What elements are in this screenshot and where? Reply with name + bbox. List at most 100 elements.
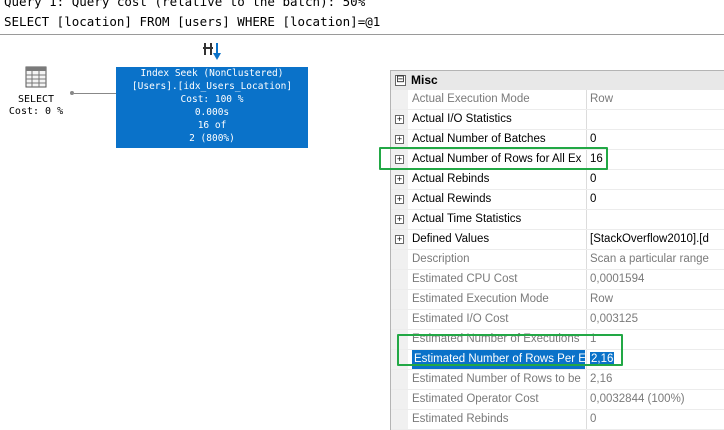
highlight-estimated-rows bbox=[397, 334, 623, 366]
property-name: Actual Time Statistics bbox=[412, 213, 522, 225]
property-value: Scan a particular range bbox=[590, 250, 724, 269]
column-divider bbox=[586, 290, 587, 309]
property-value-text: 0 bbox=[590, 173, 597, 185]
select-cost: Cost: 0 % bbox=[8, 106, 64, 117]
property-row[interactable]: + Actual Rewinds 0 bbox=[391, 190, 724, 210]
highlight-actual-rows bbox=[379, 147, 608, 170]
property-row[interactable]: + Defined Values [StackOverflow2010].[d bbox=[391, 230, 724, 250]
collapse-icon[interactable]: ⊟ bbox=[395, 75, 406, 86]
property-row[interactable]: Description Scan a particular range bbox=[391, 250, 724, 270]
property-value-text: Row bbox=[590, 93, 614, 105]
plus-box-icon[interactable]: + bbox=[395, 235, 404, 244]
plus-box-icon[interactable]: + bbox=[395, 175, 404, 184]
plan-connector-line bbox=[74, 93, 116, 94]
property-value: 2,16 bbox=[590, 370, 724, 389]
property-value bbox=[590, 210, 724, 229]
column-divider bbox=[586, 270, 587, 289]
property-value: [StackOverflow2010].[d bbox=[590, 230, 724, 249]
property-row[interactable]: + Actual I/O Statistics bbox=[391, 110, 724, 130]
header-separator bbox=[0, 34, 724, 35]
row-gutter bbox=[391, 390, 408, 409]
row-gutter bbox=[391, 310, 408, 329]
property-name: Description bbox=[412, 253, 470, 265]
column-divider bbox=[586, 170, 587, 189]
property-name: Estimated CPU Cost bbox=[412, 273, 518, 285]
row-gutter bbox=[391, 90, 408, 109]
property-value: 0 bbox=[590, 410, 724, 429]
property-value: 0,0001594 bbox=[590, 270, 724, 289]
table-grid-icon bbox=[25, 66, 47, 88]
query-header: Query 1: Query cost (relative to the bat… bbox=[0, 0, 724, 35]
plus-box-icon[interactable]: + bbox=[395, 215, 404, 224]
property-value-text: 0 bbox=[590, 133, 597, 145]
property-row[interactable]: Estimated Operator Cost 0,0032844 (100%) bbox=[391, 390, 724, 410]
row-gutter bbox=[391, 370, 408, 389]
property-name: Actual I/O Statistics bbox=[412, 113, 512, 125]
query-sql-text: SELECT [location] FROM [users] WHERE [lo… bbox=[4, 14, 381, 29]
seek-cost: Cost: 100 % bbox=[180, 94, 244, 105]
select-operator-node[interactable]: SELECT Cost: 0 % bbox=[4, 66, 68, 117]
column-divider bbox=[586, 250, 587, 269]
parallel-arrows-icon bbox=[203, 43, 221, 60]
property-name: Estimated Execution Mode bbox=[412, 293, 549, 305]
column-divider bbox=[586, 230, 587, 249]
property-row[interactable]: Estimated Number of Rows to be 2,16 bbox=[391, 370, 724, 390]
plus-box-icon[interactable]: + bbox=[395, 195, 404, 204]
column-divider bbox=[586, 110, 587, 129]
property-name: Estimated Rebinds bbox=[412, 413, 509, 425]
column-divider bbox=[586, 390, 587, 409]
property-name: Defined Values bbox=[412, 233, 490, 245]
property-value: 0,003125 bbox=[590, 310, 724, 329]
select-label: SELECT bbox=[17, 94, 55, 105]
property-value-text: 0,003125 bbox=[590, 313, 638, 325]
category-label: Misc bbox=[411, 73, 438, 87]
row-gutter bbox=[391, 290, 408, 309]
column-divider bbox=[586, 410, 587, 429]
property-value: Row bbox=[590, 90, 724, 109]
properties-rows: Actual Execution Mode Row + Actual I/O Stat… bbox=[391, 90, 724, 430]
property-value: 16 bbox=[590, 150, 724, 169]
property-value: 0 bbox=[590, 190, 724, 209]
property-name: Estimated Number of Rows to be bbox=[412, 373, 581, 385]
property-row[interactable]: Actual Execution Mode Row bbox=[391, 90, 724, 110]
column-divider bbox=[586, 90, 587, 109]
property-row[interactable]: Estimated Execution Mode Row bbox=[391, 290, 724, 310]
property-value: Row bbox=[590, 290, 724, 309]
property-value-text: 0 bbox=[590, 193, 597, 205]
property-value: 0 bbox=[590, 170, 724, 189]
plus-box-icon[interactable]: + bbox=[395, 135, 404, 144]
property-row[interactable]: + Actual Time Statistics bbox=[391, 210, 724, 230]
seek-rows-actual: 16 of bbox=[197, 120, 227, 131]
property-row[interactable]: Estimated Rebinds 0 bbox=[391, 410, 724, 430]
property-name: Actual Rebinds bbox=[412, 173, 490, 185]
property-value: 0,0032844 (100%) bbox=[590, 390, 724, 409]
properties-category-misc[interactable]: ⊟ Misc bbox=[391, 71, 724, 90]
property-value bbox=[590, 110, 724, 129]
property-row[interactable]: Estimated CPU Cost 0,0001594 bbox=[391, 270, 724, 290]
plus-box-icon[interactable]: + bbox=[395, 115, 404, 124]
property-value-text: 0 bbox=[590, 413, 597, 425]
property-name: Actual Execution Mode bbox=[412, 93, 530, 105]
column-divider bbox=[586, 190, 587, 209]
property-value-text: 2,16 bbox=[590, 373, 613, 385]
property-value-text: 0,0032844 (100%) bbox=[590, 393, 685, 405]
property-name: Estimated I/O Cost bbox=[412, 313, 509, 325]
property-value-text: Scan a particular range bbox=[590, 253, 709, 265]
row-gutter bbox=[391, 270, 408, 289]
property-row[interactable]: + Actual Rebinds 0 bbox=[391, 170, 724, 190]
column-divider bbox=[586, 210, 587, 229]
query-cost-line: Query 1: Query cost (relative to the bat… bbox=[4, 0, 366, 9]
property-value-text: [StackOverflow2010].[d bbox=[590, 233, 709, 245]
row-gutter bbox=[391, 410, 408, 429]
seek-title: Index Seek (NonClustered) bbox=[140, 68, 284, 79]
index-seek-operator-node[interactable]: Index Seek (NonClustered) [Users].[idx_U… bbox=[116, 67, 308, 148]
property-value-text: Row bbox=[590, 293, 614, 305]
properties-grid: ⊟ Misc Actual Execution Mode Row + Actual I… bbox=[390, 70, 724, 430]
seek-time: 0.000s bbox=[194, 107, 230, 118]
row-gutter bbox=[391, 250, 408, 269]
property-row[interactable]: Estimated I/O Cost 0,003125 bbox=[391, 310, 724, 330]
property-name: Estimated Operator Cost bbox=[412, 393, 539, 405]
seek-rows-estimated: 2 (800%) bbox=[189, 133, 235, 144]
column-divider bbox=[586, 310, 587, 329]
property-value: 0 bbox=[590, 130, 724, 149]
